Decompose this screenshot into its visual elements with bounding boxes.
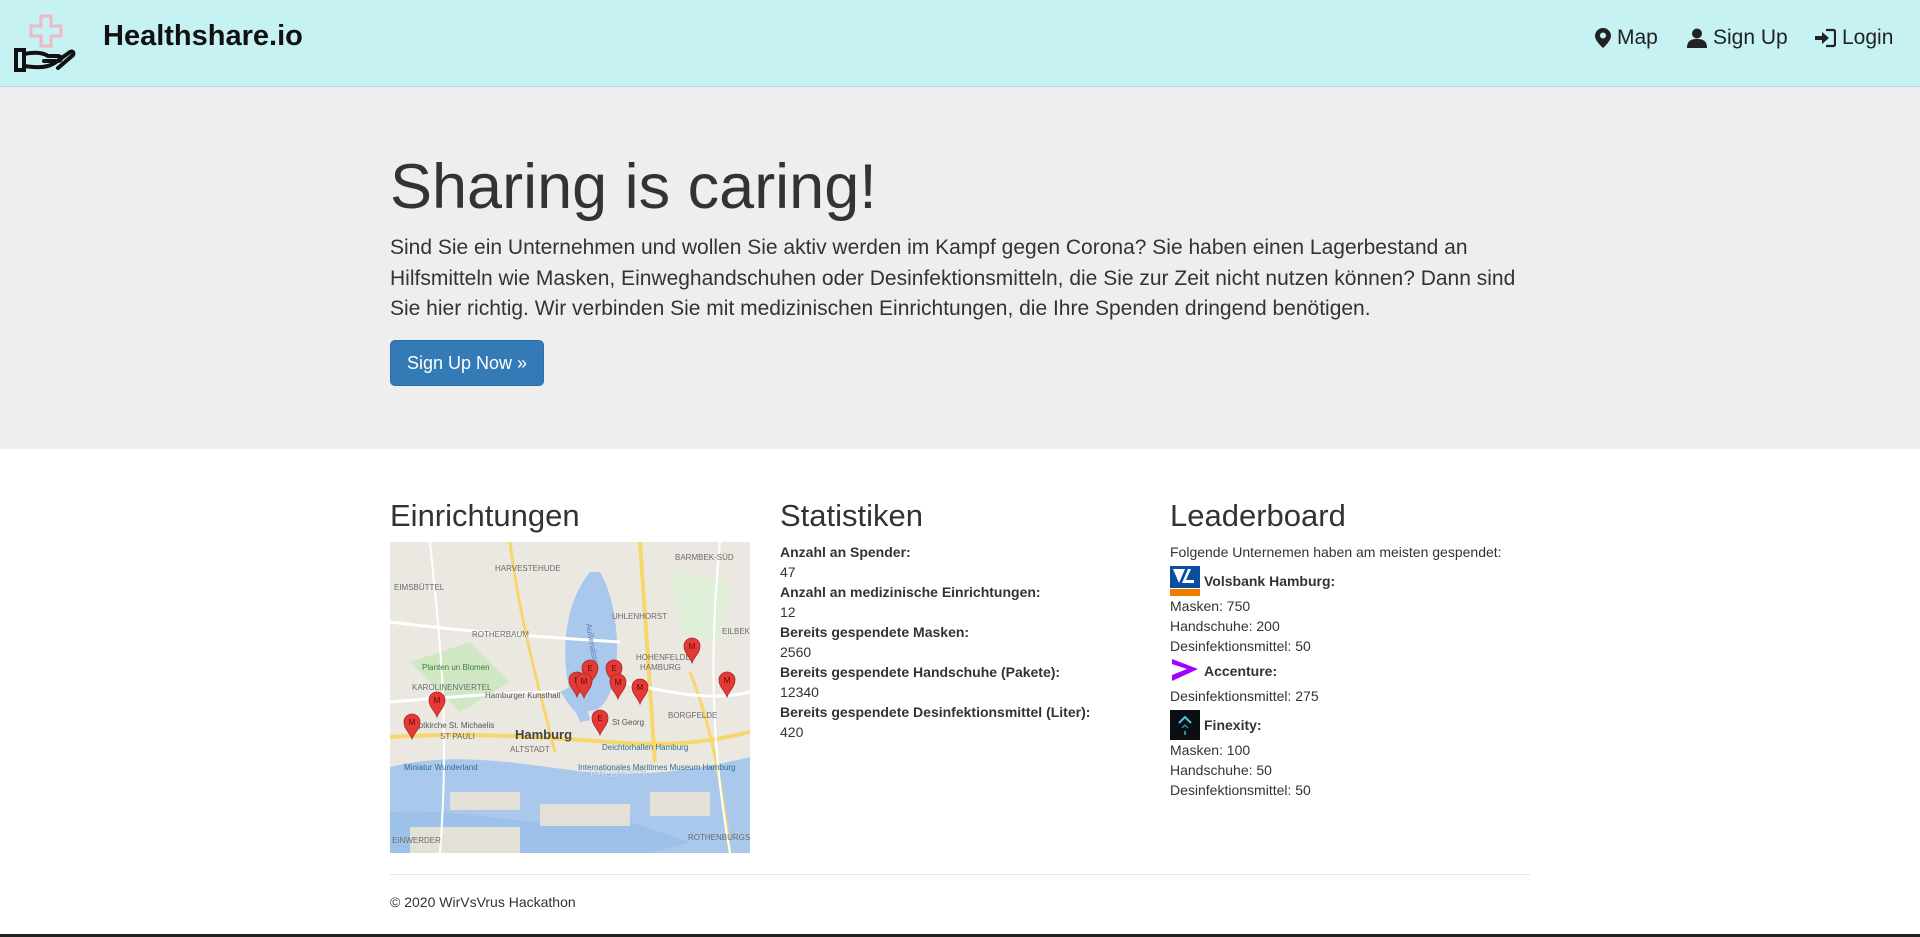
map-district-label: KAROLINENVIERTEL [412,683,492,692]
leaderboard-intro: Folgende Unternemen haben am meisten ges… [1170,544,1502,560]
map-marker-label: M [637,683,644,692]
stat-label: Anzahl an medizinische Einrichtungen: [780,584,1041,600]
map-city-label: Hamburg [515,727,572,742]
einrichtungen-heading: Einrichtungen [390,498,580,533]
map-marker-icon [1595,28,1611,48]
healthshare-logo-icon[interactable] [14,12,76,72]
map-poi-label: Miniatur Wunderland [404,763,478,772]
donation-line: Handschuhe: 50 [1170,762,1272,778]
statistics-list: Anzahl an Spender: 47 Anzahl an medizini… [780,542,1090,742]
nav-signup[interactable]: Sign Up [1687,24,1788,52]
map-district-label: ROTHERBAUM [472,630,529,639]
footer-copyright: © 2020 WirVsVrus Hackathon [390,894,576,910]
stat-donors: Anzahl an Spender: 47 [780,542,1090,582]
hero-title: Sharing is caring! [390,152,877,222]
map-poi-label: Hamburger Kunsthall [485,691,560,700]
donation-line: Desinfektionsmittel: 50 [1170,782,1311,798]
map-marker-label: E [597,714,602,723]
donation-line: Handschuhe: 200 [1170,618,1280,634]
stat-label: Bereits gespendete Masken: [780,624,970,640]
stat-disinfectant: Bereits gespendete Desinfektionsmittel (… [780,702,1090,742]
stat-masks: Bereits gespendete Masken: 2560 [780,622,1090,662]
company-name: Volsbank Hamburg: [1204,573,1336,589]
nav-login-label: Login [1842,26,1894,49]
hamburg-map[interactable]: HARVESTEHUDE BARMBEK-SÜD EIMSBÜTTEL UHLE… [390,542,750,853]
map-district-label: EINWERDER [392,836,441,845]
stat-label: Anzahl an Spender: [780,544,911,560]
navbar: Healthshare.io Map Sign Up Login [0,0,1920,87]
map-district-label: ALTSTADT [510,745,550,754]
nav-map[interactable]: Map [1595,24,1658,52]
statistiken-heading: Statistiken [780,498,924,533]
company-name: Finexity: [1204,717,1262,733]
map-marker-label: E [587,664,592,673]
map-district-label: EIMSBÜTTEL [394,583,445,592]
map-marker-label: M [581,677,588,686]
map-marker-label: M [615,678,622,687]
stat-value: 12340 [780,684,819,700]
stat-label: Bereits gespendete Handschuhe (Pakete): [780,664,1061,680]
map-district-label: BARMBEK-SÜD [675,553,734,562]
nav-signup-label: Sign Up [1713,26,1788,49]
map-marker-label: M [409,718,416,727]
map-district-label: HOHENFELDE [636,653,691,662]
map-marker-label: M [689,642,696,651]
leaderboard-list: Folgende Unternemen haben am meisten ges… [1170,542,1550,800]
map-district-label: HARVESTEHUDE [495,564,561,573]
stat-value: 12 [780,604,796,620]
map-district-label: UHLENHORST [612,612,667,621]
company-name: Accenture: [1204,663,1278,679]
brand-name[interactable]: Healthshare.io [103,18,303,54]
hero-text: Sind Sie ein Unternehmen und wollen Sie … [390,236,1516,320]
leaderboard-heading: Leaderboard [1170,498,1346,533]
donation-line: Desinfektionsmittel: 275 [1170,688,1319,704]
map-district-label: ROTHENBURGSO [688,833,750,842]
map-marker-label: M [434,696,441,705]
nav-map-label: Map [1617,26,1658,49]
user-icon [1687,28,1707,48]
leaderboard-column: Leaderboard [1170,496,1550,536]
einrichtungen-column: Einrichtungen [390,496,770,536]
volksbank-logo-icon [1170,566,1200,596]
stat-gloves: Bereits gespendete Handschuhe (Pakete): … [780,662,1090,702]
stat-value: 47 [780,564,796,580]
nav-login[interactable]: Login [1814,24,1893,52]
footer-divider [390,874,1530,875]
map-marker-label: E [611,664,616,673]
map-poi-label: Internationales Maritimes Museum Hamburg [578,763,735,772]
map-poi-label: Planten un Blomen [422,663,490,672]
sign-up-now-button[interactable]: Sign Up Now » [390,340,544,386]
map-district-label: HAMBURG [640,663,681,672]
stat-value: 420 [780,724,804,740]
leaderboard-entry: Accenture: Desinfektionsmittel: 275 [1170,656,1550,706]
finexity-logo-icon [1170,710,1200,740]
stat-value: 2560 [780,644,812,660]
donation-line: Desinfektionsmittel: 50 [1170,638,1311,654]
map-marker-label: M [724,676,731,685]
map-poi-label: St Georg [612,718,644,727]
stat-label: Bereits gespendete Desinfektionsmittel (… [780,704,1091,720]
stat-facilities: Anzahl an medizinische Einrichtungen: 12 [780,582,1090,622]
donation-line: Masken: 750 [1170,598,1251,614]
hero-section: Sharing is caring! Sind Sie ein Unterneh… [0,87,1920,449]
donation-line: Masken: 100 [1170,742,1251,758]
statistiken-column: Statistiken [780,496,1160,536]
map-canvas[interactable]: HARVESTEHUDE BARMBEK-SÜD EIMSBÜTTEL UHLE… [390,542,750,853]
map-district-label: BORGFELDE [668,711,717,720]
map-poi-label: Deichtorhallen Hamburg [602,743,688,752]
login-icon [1815,28,1836,48]
map-district-label: ST PAULI [440,732,475,741]
leaderboard-entry: Finexity: Masken: 100 Handschuhe: 50 Des… [1170,710,1550,800]
map-district-label: EILBEK [722,627,750,636]
leaderboard-entry: Volsbank Hamburg: Masken: 750 Handschuhe… [1170,566,1550,656]
accenture-logo-icon [1172,659,1198,681]
